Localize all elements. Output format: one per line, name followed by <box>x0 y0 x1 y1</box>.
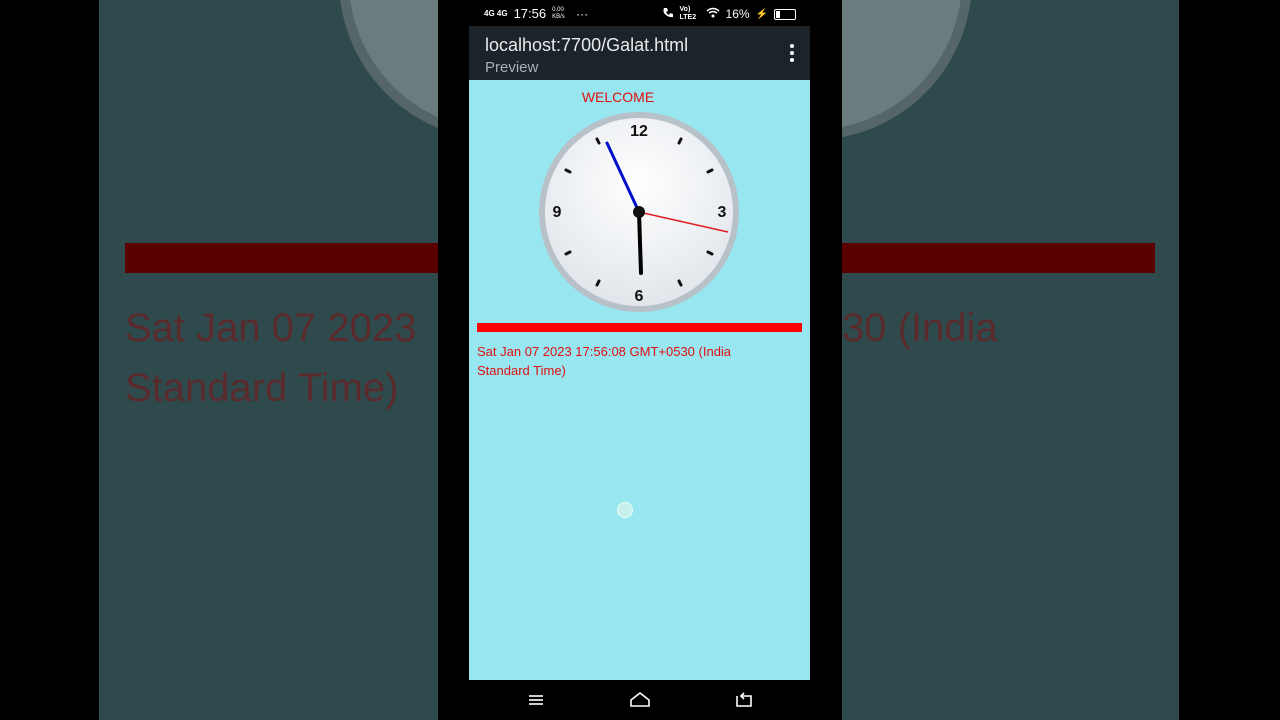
clock-center-pin <box>633 206 645 218</box>
background-clock-shape <box>842 0 972 140</box>
home-icon[interactable] <box>629 690 650 710</box>
red-divider-bar <box>477 323 802 332</box>
phone-screen: 4G 4G 17:56 0.00 KB/s ··· Vo) LTE2 16% ⚡… <box>438 0 842 720</box>
background-red-bar <box>842 243 1155 273</box>
clock-numeral-12: 12 <box>630 123 648 140</box>
overflow-menu-icon[interactable] <box>790 44 794 62</box>
clock-numeral-6: 6 <box>635 288 644 305</box>
background-blur-right: 30 (India <box>842 0 1179 720</box>
battery-percent: 16% <box>725 7 750 21</box>
call-icon <box>662 7 674 22</box>
battery-icon <box>774 8 796 20</box>
background-blur-left: Sat Jan 07 2023 Standard Time) <box>99 0 438 720</box>
charging-icon: ⚡ <box>755 8 768 20</box>
hour-hand <box>637 210 643 275</box>
background-text-line2: Standard Time) <box>125 366 399 410</box>
network-indicator: 4G 4G <box>484 9 508 18</box>
system-nav-bar <box>438 680 842 720</box>
web-page-content: WELCOME 12 3 6 9 Sat Jan 07 2023 17:56:0… <box>469 80 810 680</box>
wifi-icon <box>706 7 720 21</box>
background-clock-shape <box>339 0 438 140</box>
page-subtitle: Preview <box>485 59 539 76</box>
carrier-label: Vo) LTE2 <box>679 6 697 21</box>
back-icon[interactable] <box>734 690 754 710</box>
network-speed: 0.00 KB/s <box>552 6 565 20</box>
analog-clock: 12 3 6 9 <box>539 112 739 312</box>
current-datetime: Sat Jan 07 2023 17:56:08 GMT+0530 (India… <box>477 344 732 378</box>
clock-numeral-9: 9 <box>553 204 562 221</box>
preview-app-bar: localhost:7700/Galat.html Preview <box>469 26 810 80</box>
more-notifications-icon: ··· <box>576 6 589 21</box>
menu-icon[interactable] <box>526 690 546 710</box>
status-bar: 4G 4G 17:56 0.00 KB/s ··· Vo) LTE2 16% ⚡ <box>438 0 842 26</box>
background-red-bar <box>125 243 438 273</box>
background-text-line1: 30 (India <box>842 306 998 350</box>
background-text-line1: Sat Jan 07 2023 <box>125 306 417 350</box>
clock-numeral-3: 3 <box>718 204 727 221</box>
touch-indicator <box>617 502 633 518</box>
page-url: localhost:7700/Galat.html <box>485 35 689 55</box>
status-time: 17:56 <box>513 6 547 21</box>
welcome-heading: WELCOME <box>581 89 655 105</box>
